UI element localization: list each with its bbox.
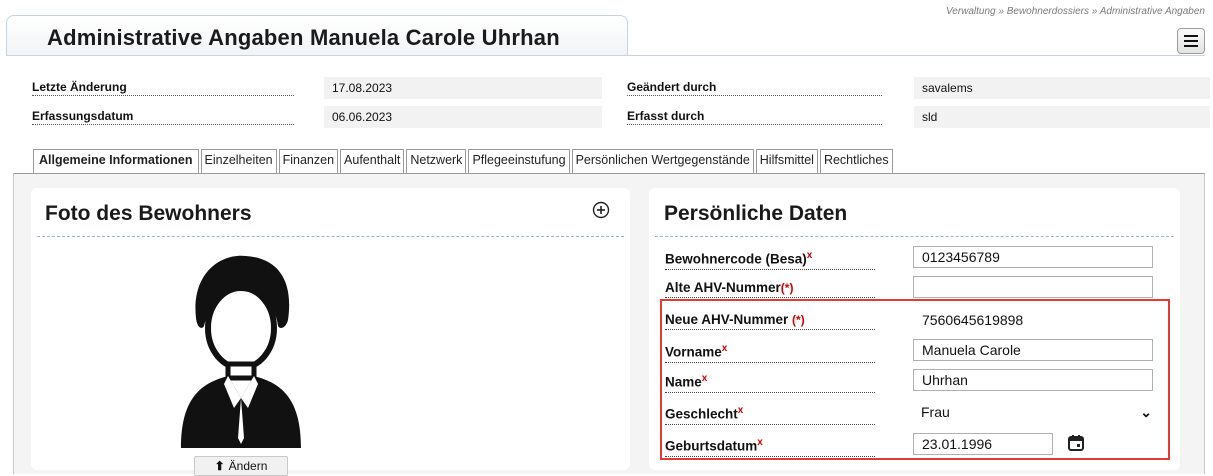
created-date-value: 06.06.2023 (324, 106, 602, 128)
changed-by-label: Geändert durch (627, 80, 882, 96)
hamburger-icon (1184, 40, 1198, 42)
created-date-label: Erfassungsdatum (32, 109, 294, 125)
gender-selected-value: Frau (921, 404, 950, 420)
title-divider (6, 55, 1205, 56)
old-ahv-row: Alte AHV-Nummer(*) (665, 273, 1175, 301)
name-label: Namex (665, 373, 875, 393)
person-placeholder-icon (181, 255, 301, 448)
change-photo-button[interactable]: ⬆ Ändern (194, 456, 288, 476)
photo-panel: Foto des Bewohners ⬆ Ändern (31, 188, 630, 476)
birthdate-label: Geburtsdatumx (665, 437, 875, 457)
calendar-icon[interactable] (1067, 434, 1085, 452)
breadcrumb: Verwaltung » Bewohnerdossiers » Administ… (945, 6, 1205, 17)
new-ahv-label: Neue AHV-Nummer (*) (665, 312, 875, 330)
tab-finances[interactable]: Finanzen (278, 149, 339, 173)
old-ahv-label: Alte AHV-Nummer(*) (665, 280, 875, 298)
besa-code-row: Bewohnercode (Besa)x (665, 243, 1175, 271)
gender-select[interactable]: Frau ⌄ (913, 401, 1158, 425)
created-by-value: sld (914, 106, 1210, 128)
gender-row: Geschlechtx Frau ⌄ (665, 398, 1175, 426)
tab-bar: Allgemeine Informationen Einzelheiten Fi… (33, 149, 893, 173)
page-title: Administrative Angaben Manuela Carole Uh… (47, 25, 560, 50)
tab-details[interactable]: Einzelheiten (200, 149, 277, 173)
created-by-label: Erfasst durch (627, 109, 882, 125)
tab-network[interactable]: Netzwerk (406, 149, 467, 173)
meta-row-1: Letzte Änderung 17.08.2023 Geändert durc… (32, 77, 1210, 99)
new-ahv-row: Neue AHV-Nummer (*) 7560645619898 (665, 305, 1175, 333)
new-ahv-value: 7560645619898 (922, 312, 1024, 328)
personal-data-divider (655, 236, 1174, 237)
change-photo-label: Ändern (228, 459, 268, 473)
personal-data-title: Persönliche Daten (664, 202, 848, 225)
photo-panel-divider (37, 236, 624, 237)
tab-care-level[interactable]: Pflegeeinstufung (468, 149, 570, 173)
last-change-value: 17.08.2023 (324, 77, 602, 99)
besa-code-label: Bewohnercode (Besa)x (665, 250, 875, 270)
photo-panel-title: Foto des Bewohners (45, 202, 252, 225)
tab-aids[interactable]: Hilfsmittel (755, 149, 818, 173)
tab-valuables[interactable]: Persönlichen Wertgegenstände (571, 149, 754, 173)
name-row: Namex (665, 366, 1175, 394)
page-title-tab: Administrative Angaben Manuela Carole Uh… (6, 15, 628, 56)
add-circle-icon[interactable] (592, 201, 610, 219)
besa-code-input[interactable] (913, 246, 1153, 268)
firstname-row: Vornamex (665, 336, 1175, 364)
tab-stay[interactable]: Aufenthalt (340, 149, 405, 173)
tab-general-information[interactable]: Allgemeine Informationen (33, 149, 199, 173)
firstname-input[interactable] (913, 339, 1153, 361)
birthdate-row: Geburtsdatumx (665, 430, 1175, 458)
upload-arrow-icon: ⬆ (214, 459, 225, 473)
name-input[interactable] (913, 369, 1153, 391)
meta-row-2: Erfassungsdatum 06.06.2023 Erfasst durch… (32, 106, 1210, 128)
chevron-down-icon: ⌄ (1140, 404, 1152, 420)
gender-label: Geschlechtx (665, 405, 875, 425)
firstname-label: Vornamex (665, 343, 875, 363)
changed-by-value: savalems (914, 77, 1210, 99)
last-change-label: Letzte Änderung (32, 80, 294, 96)
hamburger-menu-button[interactable] (1177, 28, 1205, 54)
personal-data-panel: Persönliche Daten Bewohnercode (Besa)x A… (649, 188, 1180, 470)
old-ahv-input[interactable] (913, 276, 1153, 298)
birthdate-input[interactable] (913, 433, 1053, 455)
tab-legal[interactable]: Rechtliches (819, 149, 893, 173)
